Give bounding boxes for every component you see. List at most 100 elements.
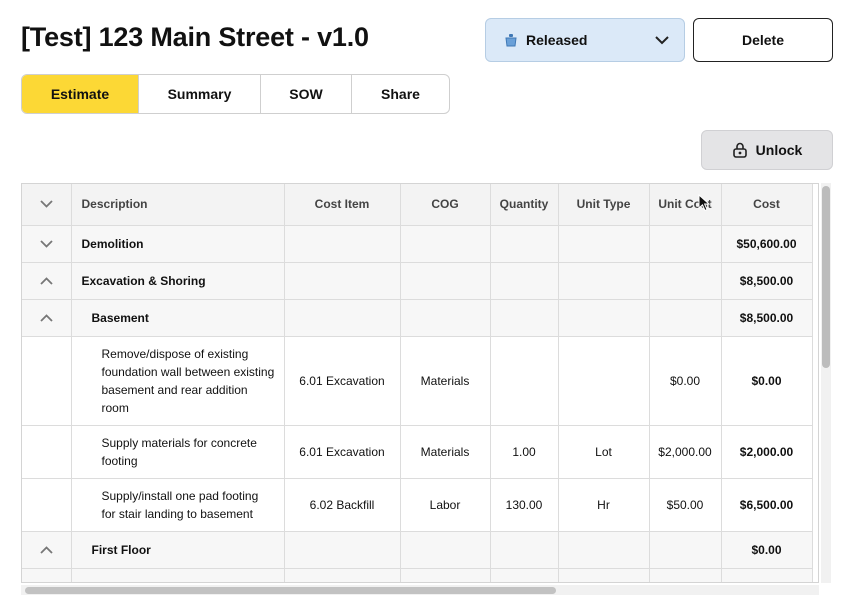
row-description: Excavation & Shoring bbox=[71, 262, 285, 300]
column-header-cost-item[interactable]: Cost Item bbox=[284, 184, 401, 226]
mouse-cursor-icon bbox=[698, 194, 710, 212]
row-unit-type bbox=[558, 531, 650, 569]
row-unit-type[interactable]: Hr bbox=[558, 478, 650, 532]
row-cog[interactable]: Materials bbox=[400, 336, 491, 426]
row-cost-item bbox=[284, 299, 401, 337]
row-toggle[interactable] bbox=[22, 262, 72, 300]
row-unit-type bbox=[558, 262, 650, 300]
row-description: First Floor bbox=[71, 531, 285, 569]
tab-summary[interactable]: Summary bbox=[139, 75, 261, 113]
bucket-icon bbox=[505, 34, 517, 47]
row-cost: $0.00 bbox=[721, 568, 813, 582]
row-quantity bbox=[490, 262, 559, 300]
column-header-unit-cost[interactable]: Unit Cost bbox=[649, 184, 722, 226]
row-cog bbox=[400, 225, 491, 263]
row-unit-cost bbox=[649, 225, 722, 263]
row-description: Demolition bbox=[71, 225, 285, 263]
row-cost: $2,000.00 bbox=[721, 425, 813, 479]
row-quantity[interactable]: 1.00 bbox=[490, 425, 559, 479]
group-row[interactable]: Excavation & Shoring $8,500.00 bbox=[22, 262, 813, 300]
header-row: Description Cost Item COG Quantity Unit … bbox=[22, 184, 813, 226]
row-unit-type bbox=[558, 568, 650, 582]
row-cog bbox=[400, 299, 491, 337]
row-quantity bbox=[490, 299, 559, 337]
row-description: Basement bbox=[71, 299, 285, 337]
row-unit-cost bbox=[649, 299, 722, 337]
row-unit-cost bbox=[649, 262, 722, 300]
row-cost: $0.00 bbox=[721, 336, 813, 426]
group-row[interactable]: Basement $8,500.00 bbox=[22, 299, 813, 337]
status-dropdown[interactable]: Released bbox=[485, 18, 685, 62]
page-title: [Test] 123 Main Street - v1.0 bbox=[21, 22, 369, 52]
row-toggle[interactable] bbox=[22, 568, 72, 582]
delete-button[interactable]: Delete bbox=[693, 18, 833, 62]
column-header-quantity[interactable]: Quantity bbox=[490, 184, 559, 226]
row-description[interactable]: Supply materials for concrete footing bbox=[71, 425, 285, 479]
row-cost: $8,500.00 bbox=[721, 262, 813, 300]
group-row[interactable]: Demolition $50,600.00 bbox=[22, 225, 813, 263]
row-toggle[interactable] bbox=[22, 225, 72, 263]
chevron-down-icon bbox=[655, 36, 669, 45]
column-header-cog[interactable]: COG bbox=[400, 184, 491, 226]
chevron-up-icon bbox=[40, 314, 53, 322]
lock-icon bbox=[732, 142, 747, 158]
row-cost-item bbox=[284, 568, 401, 582]
row-cog bbox=[400, 531, 491, 569]
tab-sow[interactable]: SOW bbox=[261, 75, 352, 113]
row-toggle[interactable] bbox=[22, 531, 72, 569]
row-description: Footing & Foundation bbox=[71, 568, 285, 582]
row-quantity bbox=[490, 225, 559, 263]
tab-bar: Estimate Summary SOW Share bbox=[21, 74, 450, 114]
row-unit-cost[interactable]: $0.00 bbox=[649, 336, 722, 426]
unlock-button[interactable]: Unlock bbox=[701, 130, 833, 170]
chevron-up-icon bbox=[40, 546, 53, 554]
row-cost: $50,600.00 bbox=[721, 225, 813, 263]
row-cost-item[interactable]: 6.01 Excavation bbox=[284, 425, 401, 479]
row-unit-type bbox=[558, 299, 650, 337]
estimate-grid: Description Cost Item COG Quantity Unit … bbox=[21, 183, 819, 583]
row-unit-cost[interactable]: $50.00 bbox=[649, 478, 722, 532]
group-row[interactable]: Footing & Foundation $0.00 bbox=[22, 568, 813, 582]
row-quantity bbox=[490, 568, 559, 582]
chevron-down-icon bbox=[40, 240, 53, 249]
row-unit-cost[interactable]: $2,000.00 bbox=[649, 425, 722, 479]
tab-share[interactable]: Share bbox=[352, 75, 449, 113]
row-unit-type[interactable] bbox=[558, 336, 650, 426]
column-header-unit-type[interactable]: Unit Type bbox=[558, 184, 650, 226]
row-cost: $8,500.00 bbox=[721, 299, 813, 337]
unlock-label: Unlock bbox=[755, 142, 803, 158]
row-cost-item bbox=[284, 262, 401, 300]
expand-all-toggle[interactable] bbox=[22, 184, 72, 226]
row-cost: $0.00 bbox=[721, 531, 813, 569]
row-unit-cost bbox=[649, 568, 722, 582]
row-quantity[interactable] bbox=[490, 336, 559, 426]
chevron-down-icon bbox=[40, 200, 53, 209]
row-toggle-empty bbox=[22, 425, 72, 479]
line-item-row[interactable]: Remove/dispose of existing foundation wa… bbox=[22, 336, 813, 426]
column-header-description[interactable]: Description bbox=[71, 184, 285, 226]
row-cost-item[interactable]: 6.01 Excavation bbox=[284, 336, 401, 426]
line-item-row[interactable]: Supply materials for concrete footing 6.… bbox=[22, 425, 813, 479]
vertical-scrollbar-thumb[interactable] bbox=[822, 186, 830, 368]
group-row[interactable]: First Floor $0.00 bbox=[22, 531, 813, 569]
row-unit-type bbox=[558, 225, 650, 263]
row-quantity[interactable]: 130.00 bbox=[490, 478, 559, 532]
tab-estimate[interactable]: Estimate bbox=[22, 75, 139, 113]
horizontal-scrollbar-thumb[interactable] bbox=[25, 587, 556, 594]
row-cost-item bbox=[284, 531, 401, 569]
row-cost-item[interactable]: 6.02 Backfill bbox=[284, 478, 401, 532]
row-cog[interactable]: Labor bbox=[400, 478, 491, 532]
line-item-row[interactable]: Supply/install one pad footing for stair… bbox=[22, 478, 813, 532]
row-description[interactable]: Supply/install one pad footing for stair… bbox=[71, 478, 285, 532]
row-cost: $6,500.00 bbox=[721, 478, 813, 532]
row-toggle[interactable] bbox=[22, 299, 72, 337]
column-header-cost[interactable]: Cost bbox=[721, 184, 813, 226]
chevron-up-icon bbox=[40, 277, 53, 285]
status-value: Released bbox=[526, 32, 588, 48]
row-toggle-empty bbox=[22, 336, 72, 426]
row-cog bbox=[400, 568, 491, 582]
row-quantity bbox=[490, 531, 559, 569]
row-description[interactable]: Remove/dispose of existing foundation wa… bbox=[71, 336, 285, 426]
row-cog[interactable]: Materials bbox=[400, 425, 491, 479]
row-unit-type[interactable]: Lot bbox=[558, 425, 650, 479]
